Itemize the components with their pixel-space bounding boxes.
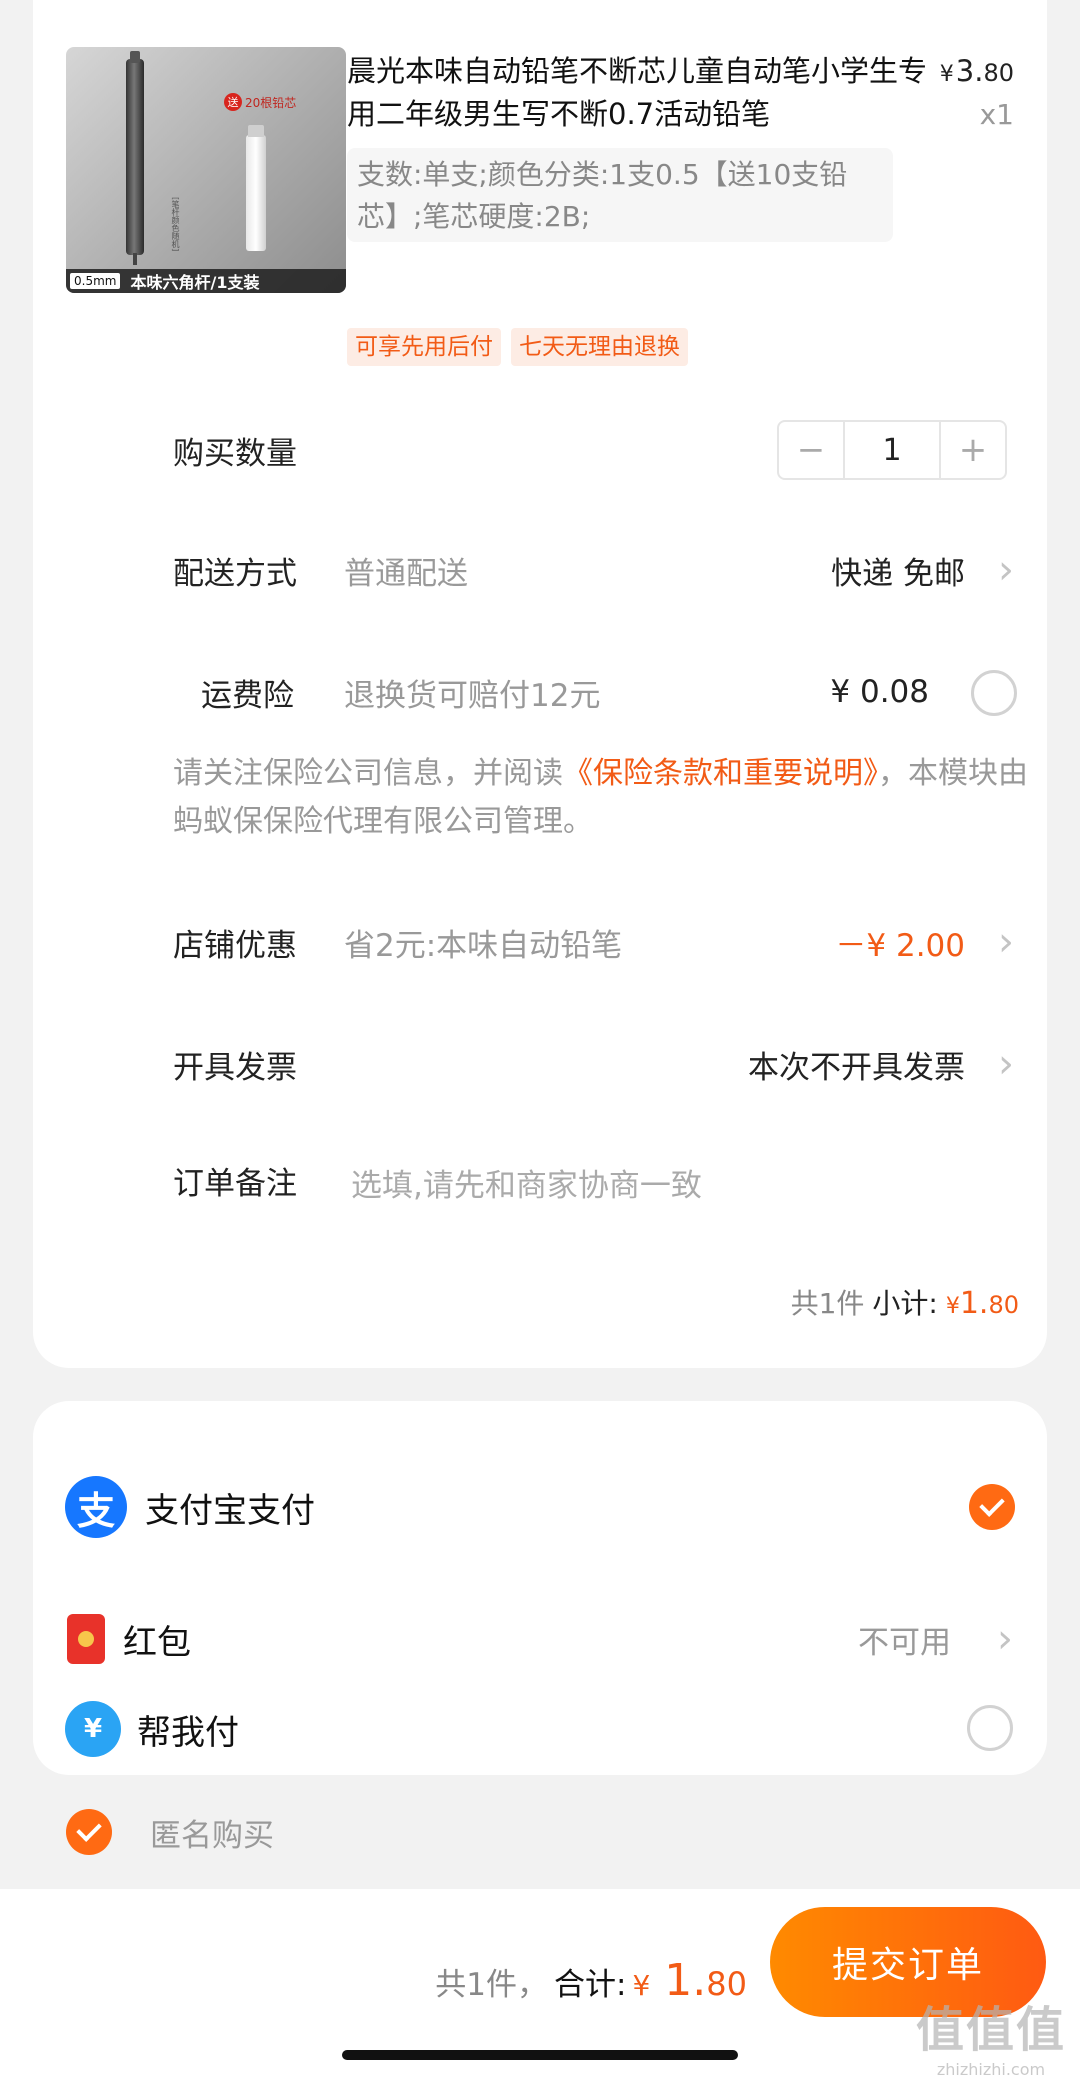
thumb-side-note: [笔杆颜色随机] [171, 197, 180, 252]
notice-prefix: 请关注保险公司信息，并阅读 [173, 756, 563, 791]
price-int: 3. [955, 54, 984, 88]
total-dec: 80 [706, 1965, 747, 2003]
thumb-caption: 本味六角杆/1支装 [130, 273, 260, 292]
product-sku[interactable]: 支数:单支;颜色分类:1支0.5【送10支铅芯】;笔芯硬度:2B; [347, 148, 893, 242]
product-price: ¥3.80 [940, 54, 1014, 88]
quantity-label: 购买数量 [173, 435, 297, 472]
subtotal-symbol: ¥ [945, 1294, 960, 1319]
check-circle-icon[interactable] [969, 1484, 1015, 1530]
pencil-image [126, 51, 144, 265]
lead-tube-image [246, 125, 266, 251]
total-int: 1. [664, 1955, 707, 2006]
decrease-button[interactable]: − [779, 422, 843, 478]
price-symbol: ¥ [939, 62, 954, 87]
subtotal-label: 小计: [872, 1287, 938, 1320]
order-card: 送 20根铅芯 [笔杆颜色随机] 0.5mm 本味六角杆/1支装 晨光本味自动铅… [33, 0, 1047, 1368]
total-count: 共1件， [435, 1967, 549, 2003]
chevron-right-icon: › [998, 547, 1014, 593]
product-title[interactable]: 晨光本味自动铅笔不断芯儿童自动笔小学生专用二年级男生写不断0.7活动铅笔 [347, 50, 927, 136]
delivery-label: 配送方式 [173, 555, 297, 592]
tag-pay-later: 可享先用后付 [347, 328, 501, 366]
watermark-url: zhizhizhi.com [936, 2060, 1046, 2079]
subtotal-int: 1. [959, 1286, 989, 1321]
shop-discount-hint: 省2元:本味自动铅笔 [344, 927, 623, 964]
radio-unchecked-icon[interactable] [967, 1705, 1013, 1751]
subtotal-amount: ¥1.80 [946, 1286, 1019, 1321]
home-indicator[interactable] [342, 2050, 738, 2060]
help-pay-icon: ¥ [65, 1701, 121, 1757]
total-amount: ¥ 1.80 [632, 1955, 747, 2006]
gift-text: 20根铅芯 [245, 95, 297, 110]
insurance-row[interactable]: 运费险 退换货可赔付12元 ¥ 0.08 [33, 664, 1047, 720]
total-label: 合计: [554, 1967, 627, 2003]
alipay-icon: 支 [65, 1476, 127, 1538]
insurance-hint: 退换货可赔付12元 [344, 677, 601, 714]
thumb-spec: 0.5mm [70, 273, 121, 289]
hongbao-row[interactable]: 红包 不可用 › [33, 1609, 1047, 1669]
subtotal-count: 共1件 [790, 1287, 865, 1320]
payment-card: 支 支付宝支付 红包 不可用 › ¥ 帮我付 [33, 1401, 1047, 1775]
tag-seven-day-return: 七天无理由退换 [511, 328, 688, 366]
product-thumbnail[interactable]: 送 20根铅芯 [笔杆颜色随机] 0.5mm 本味六角杆/1支装 [66, 47, 346, 293]
check-circle-icon[interactable] [66, 1809, 112, 1855]
delivery-value: 快递 免邮 [831, 555, 965, 592]
chevron-right-icon: › [997, 1616, 1013, 1662]
shop-discount-row[interactable]: 店铺优惠 省2元:本味自动铅笔 －¥ 2.00 › [33, 914, 1047, 970]
help-pay-row[interactable]: ¥ 帮我付 [33, 1699, 1047, 1759]
watermark: 值值值 zhizhizhi.com [916, 1990, 1066, 2079]
insurance-price: ¥ 0.08 [830, 674, 929, 710]
anonymous-option[interactable]: 匿名购买 [66, 1809, 274, 1855]
insurance-notice: 请关注保险公司信息，并阅读《保险条款和重要说明》，本模块由蚂蚁保保险代理有限公司… [173, 750, 1053, 846]
gift-badge: 送 20根铅芯 [220, 91, 300, 113]
product-quantity: x1 [979, 98, 1014, 131]
thumb-caption-bar: 0.5mm 本味六角杆/1支装 [66, 269, 346, 293]
quantity-value[interactable]: 1 [843, 422, 941, 478]
service-tags: 可享先用后付 七天无理由退换 [347, 328, 688, 366]
shop-discount-value: －¥ 2.00 [835, 927, 965, 964]
chevron-right-icon: › [998, 1041, 1014, 1087]
anonymous-label: 匿名购买 [150, 1817, 274, 1854]
alipay-label: 支付宝支付 [145, 1490, 315, 1531]
insurance-radio-icon[interactable] [971, 670, 1017, 716]
quantity-stepper: − 1 + [777, 420, 1007, 480]
shop-discount-label: 店铺优惠 [173, 927, 297, 964]
invoice-row[interactable]: 开具发票 本次不开具发票 › [33, 1036, 1047, 1092]
help-pay-label: 帮我付 [137, 1712, 239, 1753]
hongbao-label: 红包 [123, 1622, 191, 1663]
delivery-hint: 普通配送 [344, 555, 468, 592]
delivery-row[interactable]: 配送方式 普通配送 快递 免邮 › [33, 542, 1047, 598]
total-symbol: ¥ [632, 1969, 651, 2002]
price-dec: 80 [983, 59, 1014, 87]
red-envelope-icon [67, 1614, 105, 1664]
invoice-label: 开具发票 [173, 1049, 297, 1086]
gift-dot: 送 [224, 93, 242, 111]
invoice-value: 本次不开具发票 [748, 1049, 965, 1086]
remark-label: 订单备注 [173, 1165, 297, 1202]
chevron-right-icon: › [998, 919, 1014, 965]
subtotal: 共1件 小计: ¥1.80 [791, 1282, 1019, 1322]
watermark-logo: 值值值 [915, 2002, 1066, 2058]
increase-button[interactable]: + [941, 422, 1005, 478]
insurance-label: 运费险 [201, 677, 294, 714]
subtotal-dec: 80 [988, 1291, 1019, 1319]
insurance-terms-link[interactable]: 《保险条款和重要说明》 [563, 756, 878, 791]
alipay-row[interactable]: 支 支付宝支付 [33, 1476, 1047, 1538]
remark-input[interactable] [351, 1158, 1031, 1214]
hongbao-value: 不可用 [858, 1624, 951, 1661]
order-total: 共1件， 合计: ¥ 1.80 [435, 1955, 747, 2006]
